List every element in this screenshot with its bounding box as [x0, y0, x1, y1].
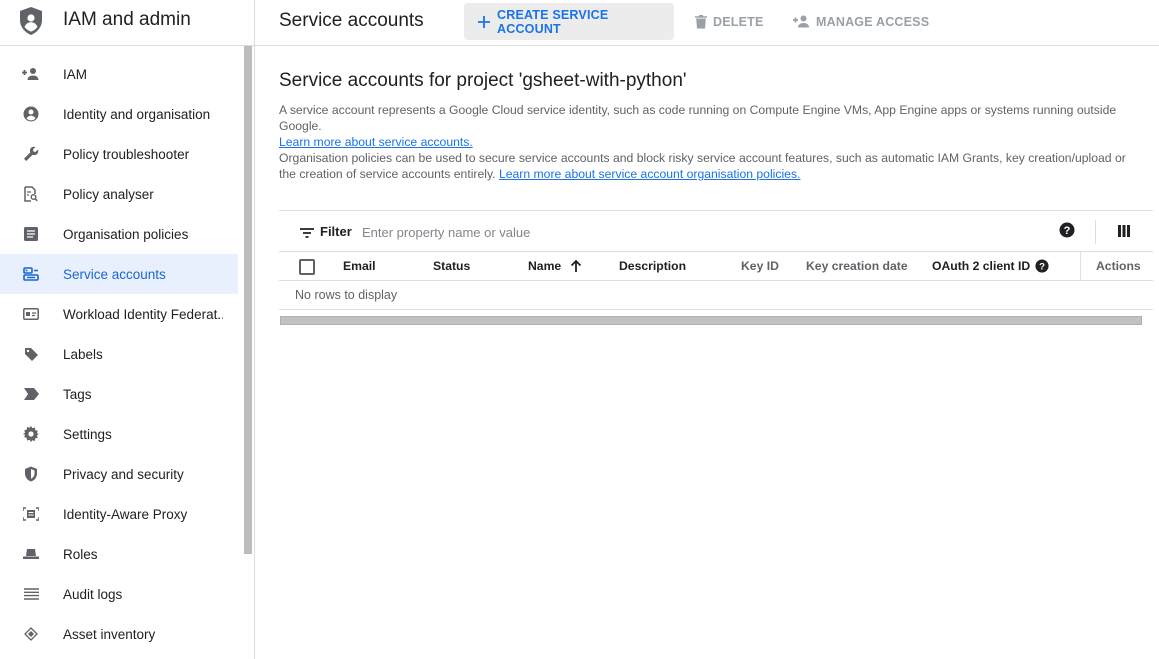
trash-icon: [695, 14, 707, 29]
sidebar-item-policy-analyser[interactable]: Policy analyser: [0, 174, 238, 214]
sidebar-item-privacy-security[interactable]: Privacy and security: [0, 454, 238, 494]
sidebar-item-label: Identity and organisation: [63, 106, 211, 122]
shield-icon: [22, 466, 40, 482]
sidebar-item-label: Tags: [63, 386, 92, 402]
column-header-oauth-label: OAuth 2 client ID: [932, 259, 1031, 273]
column-header-description[interactable]: Description: [619, 259, 686, 273]
sidebar-item-label: Identity-Aware Proxy: [63, 506, 188, 522]
create-service-account-button[interactable]: CREATE SERVICE ACCOUNT: [464, 3, 674, 40]
service-account-icon: [22, 266, 40, 282]
empty-table-row: No rows to display: [279, 282, 1153, 310]
sidebar-nav: IAM Identity and organisation Policy tro…: [0, 54, 238, 654]
manage-access-button[interactable]: MANAGE ACCESS: [793, 3, 929, 40]
empty-state-text: No rows to display: [295, 288, 398, 302]
help-icon[interactable]: ?: [1035, 259, 1049, 273]
actions-column: Actions: [1080, 252, 1153, 281]
filter-icon: [300, 225, 314, 243]
sidebar-scrollbar[interactable]: [244, 46, 252, 554]
sidebar-item-label: Service accounts: [63, 266, 166, 282]
service-account-description: A service account represents a Google Cl…: [279, 102, 1144, 150]
document-search-icon: [22, 186, 40, 202]
column-header-oauth-client-id[interactable]: OAuth 2 client ID ?: [932, 259, 1049, 273]
person-add-icon: [793, 15, 810, 28]
sidebar-item-label: Workload Identity Federat...: [63, 306, 223, 322]
label-arrow-icon: [22, 386, 40, 402]
wrench-icon: [22, 146, 40, 162]
filter-bar: Filter ?: [279, 210, 1153, 252]
section-heading: Service accounts for project 'gsheet-wit…: [279, 70, 687, 91]
id-card-icon: [22, 306, 40, 322]
filter-input[interactable]: [362, 222, 962, 242]
svg-text:?: ?: [1039, 262, 1045, 273]
sidebar-item-label: Roles: [63, 546, 98, 562]
select-all-checkbox[interactable]: [299, 259, 315, 275]
sidebar-item-workload-identity-federation[interactable]: Workload Identity Federat...: [0, 294, 238, 334]
delete-label: DELETE: [713, 14, 764, 29]
column-header-email[interactable]: Email: [343, 259, 376, 273]
table-header-row: Email Status Name Description Key ID Key…: [279, 252, 1153, 281]
sidebar-item-label: Labels: [63, 346, 103, 362]
toolbar: Service accounts CREATE SERVICE ACCOUNT …: [255, 0, 1159, 46]
list-icon: [22, 586, 40, 602]
manage-access-label: MANAGE ACCESS: [816, 14, 930, 29]
plus-icon: [477, 15, 491, 29]
sidebar-item-label: Asset inventory: [63, 626, 156, 642]
proxy-icon: [22, 506, 40, 522]
sidebar-item-label: Policy troubleshooter: [63, 146, 190, 162]
sidebar-item-policy-troubleshooter[interactable]: Policy troubleshooter: [0, 134, 238, 174]
product-title: IAM and admin: [63, 9, 191, 30]
sidebar-item-label: Audit logs: [63, 586, 123, 602]
sidebar-item-organisation-policies[interactable]: Organisation policies: [0, 214, 238, 254]
column-header-name-label: Name: [528, 259, 562, 273]
sidebar-item-tags[interactable]: Tags: [0, 374, 238, 414]
page-title: Service accounts: [279, 10, 424, 31]
sidebar-item-label: Organisation policies: [63, 226, 189, 242]
column-header-key-id: Key ID: [741, 259, 779, 273]
sidebar-item-identity-aware-proxy[interactable]: Identity-Aware Proxy: [0, 494, 238, 534]
sidebar-item-label: Privacy and security: [63, 466, 184, 482]
sidebar-item-service-accounts[interactable]: Service accounts: [0, 254, 238, 294]
iam-shield-logo-icon: [20, 7, 42, 35]
sidebar-item-label: Settings: [63, 426, 112, 442]
sidebar-item-label: IAM: [63, 66, 88, 82]
toolbar-divider: [1095, 220, 1096, 244]
filter-label: Filter: [320, 224, 352, 239]
column-header-name[interactable]: Name: [528, 259, 582, 273]
sidebar-item-asset-inventory[interactable]: Asset inventory: [0, 614, 238, 654]
sidebar-item-label: Policy analyser: [63, 186, 154, 202]
sidebar-item-identity-organisation[interactable]: Identity and organisation: [0, 94, 238, 134]
gear-icon: [22, 426, 40, 442]
column-header-actions: Actions: [1096, 259, 1141, 273]
help-icon[interactable]: ?: [1059, 222, 1077, 240]
sidebar-item-labels[interactable]: Labels: [0, 334, 238, 374]
list-document-icon: [22, 226, 40, 242]
create-service-account-label: CREATE SERVICE ACCOUNT: [497, 7, 609, 36]
column-header-key-creation-date: Key creation date: [806, 259, 908, 273]
sidebar-item-audit-logs[interactable]: Audit logs: [0, 574, 238, 614]
svg-text:?: ?: [1064, 225, 1071, 237]
sidebar-item-roles[interactable]: Roles: [0, 534, 238, 574]
person-add-icon: [22, 66, 40, 82]
description-text: A service account represents a Google Cl…: [279, 103, 1117, 133]
org-policy-description: Organisation policies can be used to sec…: [279, 150, 1144, 182]
hat-icon: [22, 546, 40, 562]
sidebar-header: IAM and admin: [0, 0, 254, 46]
delete-button[interactable]: DELETE: [695, 3, 764, 40]
account-circle-icon: [22, 106, 40, 122]
sort-ascending-icon: [570, 259, 582, 273]
sidebar: IAM and admin IAM Identity and organisat…: [0, 0, 255, 659]
sidebar-item-iam[interactable]: IAM: [0, 54, 238, 94]
tag-icon: [22, 346, 40, 362]
sidebar-item-settings[interactable]: Settings: [0, 414, 238, 454]
column-header-status[interactable]: Status: [433, 259, 470, 273]
column-display-options-icon[interactable]: [1118, 224, 1130, 242]
learn-more-org-policies-link[interactable]: Learn more about service account organis…: [499, 167, 800, 181]
diamond-layers-icon: [22, 626, 40, 642]
learn-more-service-accounts-link[interactable]: Learn more about service accounts.: [279, 135, 473, 149]
table-horizontal-scrollbar[interactable]: [280, 316, 1142, 325]
